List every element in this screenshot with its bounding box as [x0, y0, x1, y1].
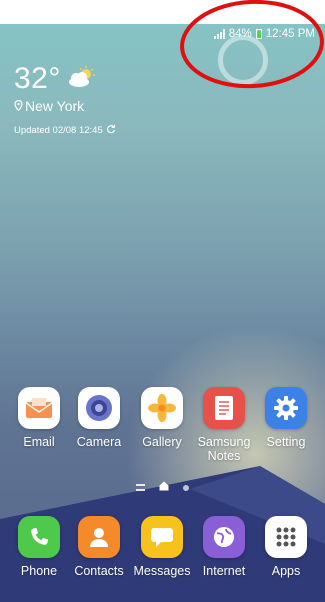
- weather-widget[interactable]: 32° New York Updated 02/08 12:45: [14, 62, 116, 137]
- notes-icon: [203, 387, 245, 429]
- apps-list-indicator-icon[interactable]: [136, 478, 145, 496]
- app-internet[interactable]: Internet: [192, 516, 256, 578]
- app-label: Contacts: [74, 564, 124, 578]
- app-messages[interactable]: Messages: [130, 516, 194, 578]
- app-samsung-notes[interactable]: Samsung Notes: [192, 387, 256, 463]
- settings-gear-icon: [265, 387, 307, 429]
- refresh-icon[interactable]: [106, 124, 116, 137]
- internet-icon: [203, 516, 245, 558]
- phone-icon: [18, 516, 60, 558]
- page-indicator: [0, 478, 325, 496]
- home-screen-wallpaper: 84% 12:45 PM 32° New York Updated 02/08 …: [0, 24, 325, 602]
- contacts-icon: [78, 516, 120, 558]
- app-contacts[interactable]: Contacts: [67, 516, 131, 578]
- app-email[interactable]: Email: [7, 387, 71, 449]
- app-label: Internet: [202, 564, 246, 578]
- city-name: New York: [25, 98, 85, 114]
- location-pin-icon: [14, 98, 23, 114]
- app-label: Camera: [76, 435, 122, 449]
- app-phone[interactable]: Phone: [7, 516, 71, 578]
- updated-text: Updated 02/08 12:45: [14, 125, 103, 136]
- gallery-icon: [141, 387, 183, 429]
- camera-icon: [78, 387, 120, 429]
- app-gallery[interactable]: Gallery: [130, 387, 194, 449]
- email-icon: [18, 387, 60, 429]
- app-label: Messages: [133, 564, 191, 578]
- temperature: 32°: [14, 62, 61, 95]
- page-dot[interactable]: [183, 478, 189, 496]
- app-camera[interactable]: Camera: [67, 387, 131, 449]
- app-settings[interactable]: Setting: [254, 387, 318, 449]
- messages-icon: [141, 516, 183, 558]
- app-label: Gallery: [142, 435, 182, 449]
- home-page-indicator-icon[interactable]: [159, 478, 169, 496]
- app-apps[interactable]: Apps: [254, 516, 318, 578]
- app-label: Setting: [266, 435, 306, 449]
- app-label: Email: [23, 435, 55, 449]
- app-label: Apps: [271, 564, 301, 578]
- apps-grid-icon: [265, 516, 307, 558]
- partly-cloudy-icon: [67, 65, 97, 93]
- app-label: Samsung Notes: [197, 435, 251, 463]
- app-label: Phone: [20, 564, 58, 578]
- annotation-circle: [180, 0, 324, 89]
